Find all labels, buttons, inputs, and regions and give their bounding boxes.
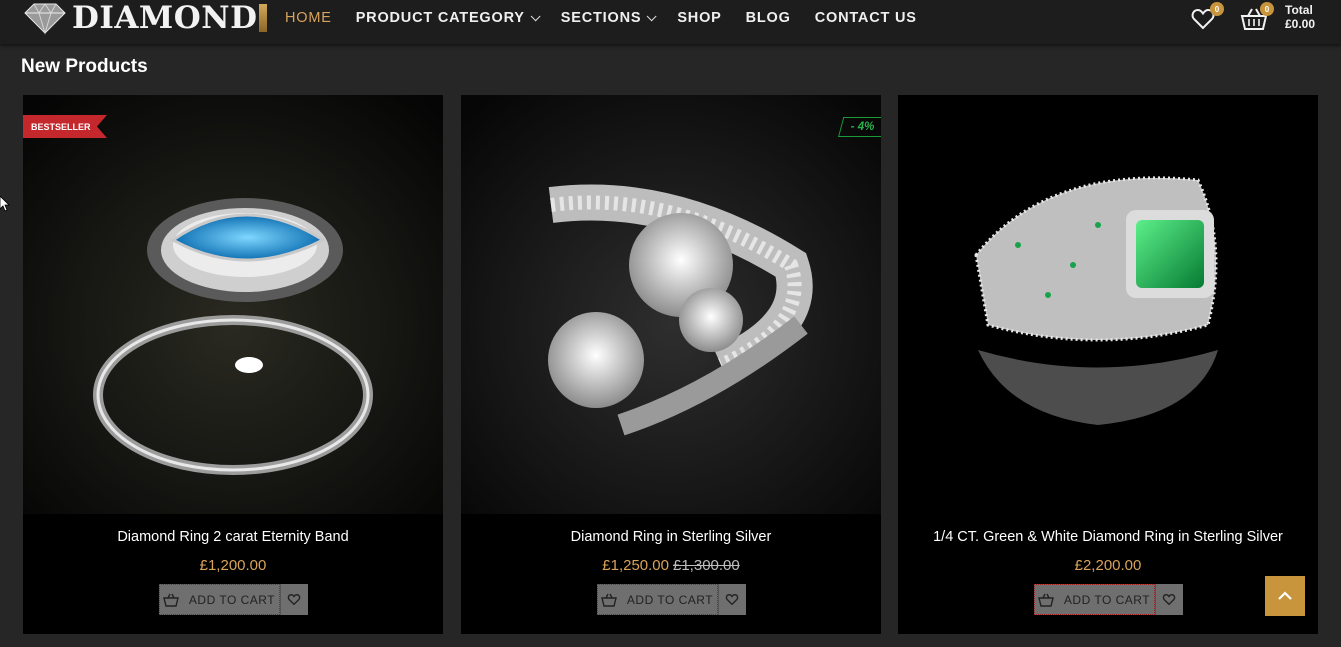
logo-bar [259, 4, 268, 32]
nav-home-label: HOME [285, 10, 332, 26]
site-header: DIAMOND HOME PRODUCT CATEGORY SECTIONS S… [0, 0, 1341, 44]
chevron-down-icon [646, 10, 657, 21]
product-card: 1/4 CT. Green & White Diamond Ring in St… [898, 95, 1318, 634]
discount-label: - 4% [850, 121, 875, 133]
cart-count-badge: 0 [1260, 2, 1274, 16]
product-card: - 4% Diamond Ring in Sterling Silver £1,… [461, 95, 881, 634]
nav-product-category[interactable]: PRODUCT CATEGORY [355, 10, 541, 26]
main-nav: HOME PRODUCT CATEGORY SECTIONS SHOP BLOG… [285, 0, 941, 36]
cart-button[interactable]: 0 [1240, 2, 1274, 34]
total-label: Total [1285, 3, 1313, 17]
product-card: BESTSELLER Diamond Ring 2 carat Eternity… [23, 95, 443, 634]
bestseller-badge: BESTSELLER [23, 115, 107, 138]
heart-icon [1162, 593, 1176, 606]
nav-contact-us[interactable]: CONTACT US [815, 10, 917, 26]
brand-name: DIAMOND [72, 0, 258, 36]
product-price: £2,200.00 [898, 557, 1318, 574]
price-current: £1,250.00 [602, 557, 669, 574]
logo[interactable]: DIAMOND [22, 0, 268, 36]
price-current: £1,200.00 [199, 557, 267, 574]
mouse-cursor-icon [0, 196, 10, 212]
wishlist-button[interactable]: 0 [1190, 2, 1224, 34]
nav-sections[interactable]: SECTIONS [560, 10, 657, 26]
nav-product-category-label: PRODUCT CATEGORY [355, 10, 525, 26]
arrow-up-icon [1278, 591, 1292, 600]
section-title: New Products [21, 56, 148, 77]
product-photo-ring-green [898, 95, 1318, 514]
product-name[interactable]: 1/4 CT. Green & White Diamond Ring in St… [898, 529, 1318, 545]
product-name[interactable]: Diamond Ring 2 carat Eternity Band [23, 529, 443, 545]
product-actions: ADD TO CART [898, 584, 1318, 615]
product-image[interactable]: - 4% [461, 95, 881, 514]
add-to-cart-button[interactable]: ADD TO CART [1033, 584, 1155, 615]
heart-icon [287, 593, 301, 606]
add-to-wishlist-button[interactable] [1154, 584, 1183, 615]
product-image[interactable]: BESTSELLER [23, 95, 443, 514]
cart-icon [601, 593, 617, 607]
wishlist-count-badge: 0 [1210, 2, 1224, 16]
cart-total[interactable]: Total £0.00 [1285, 3, 1315, 31]
product-actions: ADD TO CART [461, 584, 881, 615]
product-name[interactable]: Diamond Ring in Sterling Silver [461, 529, 881, 545]
add-to-wishlist-button[interactable] [279, 584, 308, 615]
price-old: £1,300.00 [673, 557, 740, 574]
add-to-cart-label: ADD TO CART [188, 592, 276, 607]
scroll-to-top-button[interactable] [1265, 576, 1305, 616]
product-price: £1,250.00 £1,300.00 [461, 557, 881, 574]
total-value: £0.00 [1285, 17, 1316, 31]
chevron-down-icon [530, 10, 541, 21]
nav-sections-label: SECTIONS [560, 10, 642, 26]
add-to-cart-label: ADD TO CART [1063, 592, 1151, 607]
cart-icon [1038, 593, 1054, 607]
nav-blog-label: BLOG [745, 10, 791, 26]
product-price: £1,200.00 [23, 557, 443, 574]
diamond-logo-icon [24, 3, 66, 35]
nav-shop-label: SHOP [677, 10, 722, 26]
price-current: £2,200.00 [1074, 557, 1142, 574]
heart-icon [725, 593, 739, 606]
add-to-cart-button[interactable]: ADD TO CART [596, 584, 718, 615]
discount-badge: - 4% [838, 117, 881, 137]
nav-home[interactable]: HOME [285, 10, 332, 26]
nav-shop[interactable]: SHOP [677, 10, 721, 26]
add-to-cart-button[interactable]: ADD TO CART [158, 584, 280, 615]
add-to-cart-label: ADD TO CART [626, 592, 714, 607]
product-photo-ring-silver [461, 95, 881, 514]
product-actions: ADD TO CART [23, 584, 443, 615]
add-to-wishlist-button[interactable] [717, 584, 746, 615]
nav-blog[interactable]: BLOG [746, 10, 791, 26]
product-photo-ring-blue [23, 95, 443, 514]
cart-icon [163, 593, 179, 607]
product-image[interactable] [898, 95, 1318, 514]
nav-contact-us-label: CONTACT US [814, 10, 917, 26]
